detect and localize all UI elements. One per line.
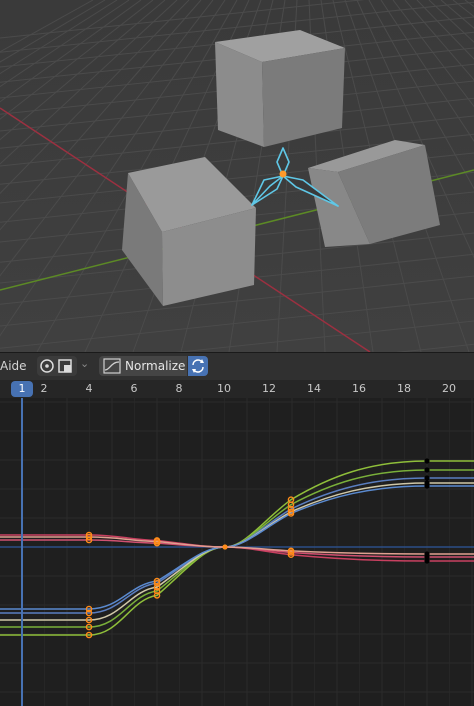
auto-normalize-toggle[interactable] xyxy=(188,356,208,376)
snap-icon xyxy=(58,359,72,373)
fcurve-graph xyxy=(0,398,474,706)
frame-label: 16 xyxy=(352,382,366,395)
viewport-scene xyxy=(0,0,474,352)
3d-viewport[interactable] xyxy=(0,0,474,352)
normalize-label: Normalize xyxy=(125,359,186,373)
frame-label: 20 xyxy=(442,382,456,395)
frame-label: 10 xyxy=(217,382,231,395)
fcurve xyxy=(0,469,474,628)
frame-label: 2 xyxy=(40,382,48,395)
armature-joint xyxy=(279,170,287,178)
pivot-point-icon xyxy=(40,359,54,373)
frame-label: 4 xyxy=(85,382,93,395)
graph-editor-canvas[interactable] xyxy=(0,398,474,706)
frame-label: 8 xyxy=(175,382,183,395)
keyframe xyxy=(424,475,430,481)
normalize-button[interactable]: Normalize xyxy=(99,356,187,376)
menu-item-help[interactable]: Aide xyxy=(0,359,27,373)
fcurve xyxy=(0,482,474,621)
frame-label: 14 xyxy=(307,382,321,395)
frame-label: 6 xyxy=(130,382,138,395)
graph-grid xyxy=(0,398,474,706)
keyframe xyxy=(424,467,430,473)
keyframe xyxy=(424,551,430,557)
pivot-point-button[interactable] xyxy=(37,356,77,376)
frame-label: 12 xyxy=(262,382,276,395)
frame-ruler[interactable]: 1 2 4 6 8 10 12 14 16 18 20 xyxy=(0,380,474,398)
current-frame-indicator[interactable]: 1 xyxy=(11,381,33,397)
graph-editor-header: Aide ⌄ Normalize xyxy=(0,352,474,380)
normalize-curve-icon xyxy=(103,358,121,374)
cube-top xyxy=(215,30,345,147)
keyframe xyxy=(424,483,430,489)
frame-label: 18 xyxy=(397,382,411,395)
keyframe-selected xyxy=(222,544,228,550)
keyframe xyxy=(424,458,430,464)
fcurves xyxy=(0,460,474,636)
refresh-icon xyxy=(192,359,204,373)
chevron-down-icon[interactable]: ⌄ xyxy=(80,357,89,370)
